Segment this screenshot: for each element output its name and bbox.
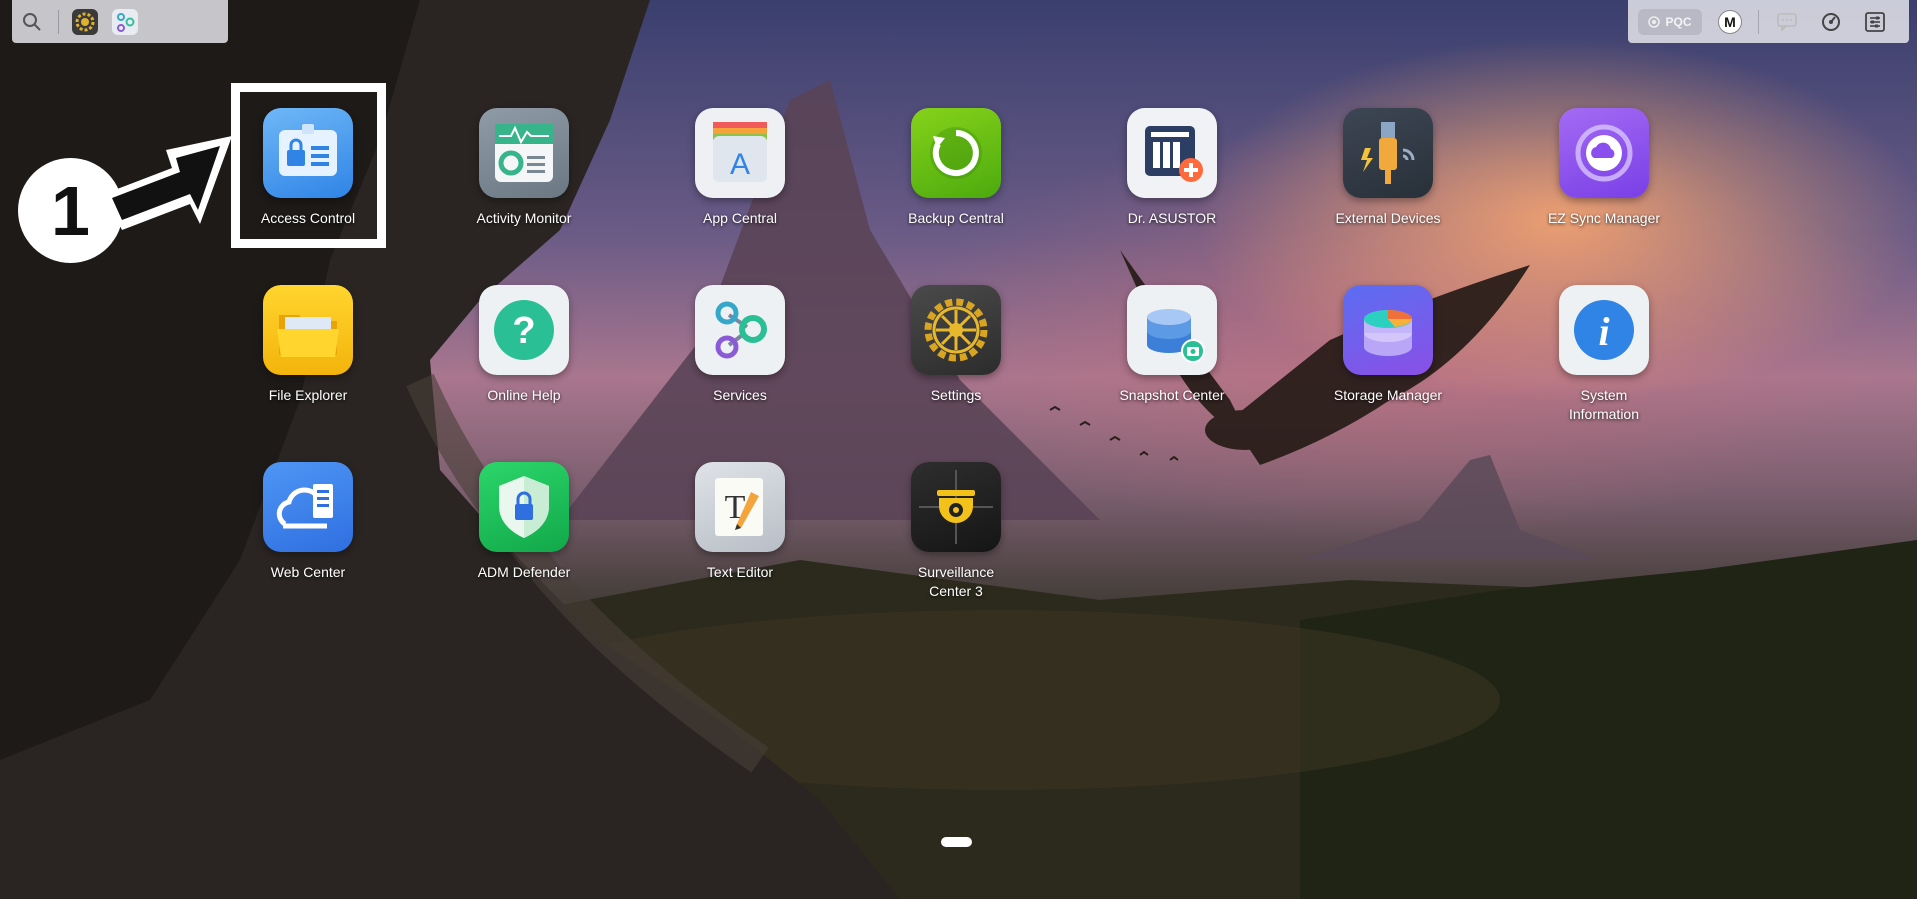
app-access-control[interactable]: Access Control <box>218 108 398 228</box>
app-external-devices[interactable]: External Devices <box>1298 108 1478 228</box>
app-label: Backup Central <box>908 210 1004 226</box>
app-label: Settings <box>930 387 982 403</box>
snapshot-center-icon <box>1127 285 1217 375</box>
activity-monitor-icon <box>479 108 569 198</box>
dashboard-button[interactable] <box>1817 8 1845 36</box>
app-label: Web Center <box>270 564 346 580</box>
services-app-icon <box>112 8 138 35</box>
adm-defender-icon <box>479 462 569 552</box>
backup-central-icon <box>911 108 1001 198</box>
taskbar-left <box>12 0 228 43</box>
storage-manager-icon <box>1343 285 1433 375</box>
app-adm-defender[interactable]: ADM Defender <box>434 462 614 582</box>
external-devices-icon <box>1343 108 1433 198</box>
svg-text:A: A <box>730 148 750 181</box>
app-activity-monitor[interactable]: Activity Monitor <box>434 108 614 228</box>
taskbar-services-button[interactable] <box>105 0 145 43</box>
app-label: Access Control <box>260 210 356 226</box>
app-label: System Information <box>1568 387 1640 422</box>
taskbar-right: PQC M <box>1628 0 1909 43</box>
app-label: App Central <box>703 210 777 226</box>
pqc-shield-icon <box>1648 15 1661 28</box>
dr-asustor-icon <box>1127 108 1217 198</box>
svg-text:i: i <box>1598 309 1609 354</box>
app-online-help[interactable]: ? Online Help <box>434 285 614 405</box>
app-web-center[interactable]: Web Center <box>218 462 398 582</box>
message-icon <box>1777 12 1797 31</box>
web-center-icon <box>263 462 353 552</box>
app-surveillance-center[interactable]: Surveillance Center 3 <box>866 462 1046 601</box>
app-settings[interactable]: Settings <box>866 285 1046 405</box>
file-explorer-icon <box>263 285 353 375</box>
app-snapshot-center[interactable]: Snapshot Center <box>1082 285 1262 405</box>
app-label: ADM Defender <box>477 564 571 580</box>
app-services[interactable]: Services <box>650 285 830 405</box>
page-indicator[interactable] <box>941 837 972 847</box>
messages-button[interactable] <box>1773 8 1801 36</box>
search-button[interactable] <box>12 0 52 43</box>
menu-settings-button[interactable] <box>1861 8 1889 36</box>
app-label: EZ Sync Manager <box>1547 210 1661 226</box>
menu-settings-icon <box>1865 11 1885 32</box>
app-label: Storage Manager <box>1333 387 1443 403</box>
app-label: External Devices <box>1335 210 1441 226</box>
pqc-label: PQC <box>1665 14 1692 29</box>
svg-text:?: ? <box>512 310 535 352</box>
dashboard-icon <box>1822 12 1840 31</box>
online-help-icon: ? <box>479 285 569 375</box>
app-text-editor[interactable]: T Text Editor <box>650 462 830 582</box>
text-editor-icon: T <box>695 462 785 552</box>
app-app-central[interactable]: A App Central <box>650 108 830 228</box>
app-ez-sync-manager[interactable]: EZ Sync Manager <box>1514 108 1694 228</box>
app-central-icon: A <box>695 108 785 198</box>
ez-sync-manager-icon <box>1559 108 1649 198</box>
services-icon <box>695 285 785 375</box>
app-label: File Explorer <box>268 387 348 403</box>
app-label: Surveillance Center 3 <box>917 564 995 599</box>
app-label: Snapshot Center <box>1119 387 1225 403</box>
settings-icon <box>911 285 1001 375</box>
app-label: Services <box>713 387 767 403</box>
settings-app-icon <box>72 8 98 35</box>
app-label: Dr. ASUSTOR <box>1127 210 1217 226</box>
step-number: 1 <box>51 171 90 250</box>
system-information-icon: i <box>1559 285 1649 375</box>
app-storage-manager[interactable]: Storage Manager <box>1298 285 1478 405</box>
toolbar-divider <box>1758 9 1759 34</box>
toolbar-divider <box>58 9 59 34</box>
app-backup-central[interactable]: Backup Central <box>866 108 1046 228</box>
app-system-information[interactable]: i System Information <box>1514 285 1694 424</box>
app-label: Online Help <box>487 387 561 403</box>
app-label: Text Editor <box>706 564 774 580</box>
app-label: Activity Monitor <box>476 210 572 226</box>
app-dr-asustor[interactable]: Dr. ASUSTOR <box>1082 108 1262 228</box>
user-avatar[interactable]: M <box>1718 9 1742 34</box>
access-control-icon <box>263 108 353 198</box>
surveillance-center-icon <box>911 462 1001 552</box>
taskbar-settings-button[interactable] <box>65 0 105 43</box>
pqc-button[interactable]: PQC <box>1638 8 1702 35</box>
app-file-explorer[interactable]: File Explorer <box>218 285 398 405</box>
search-icon <box>23 12 41 31</box>
